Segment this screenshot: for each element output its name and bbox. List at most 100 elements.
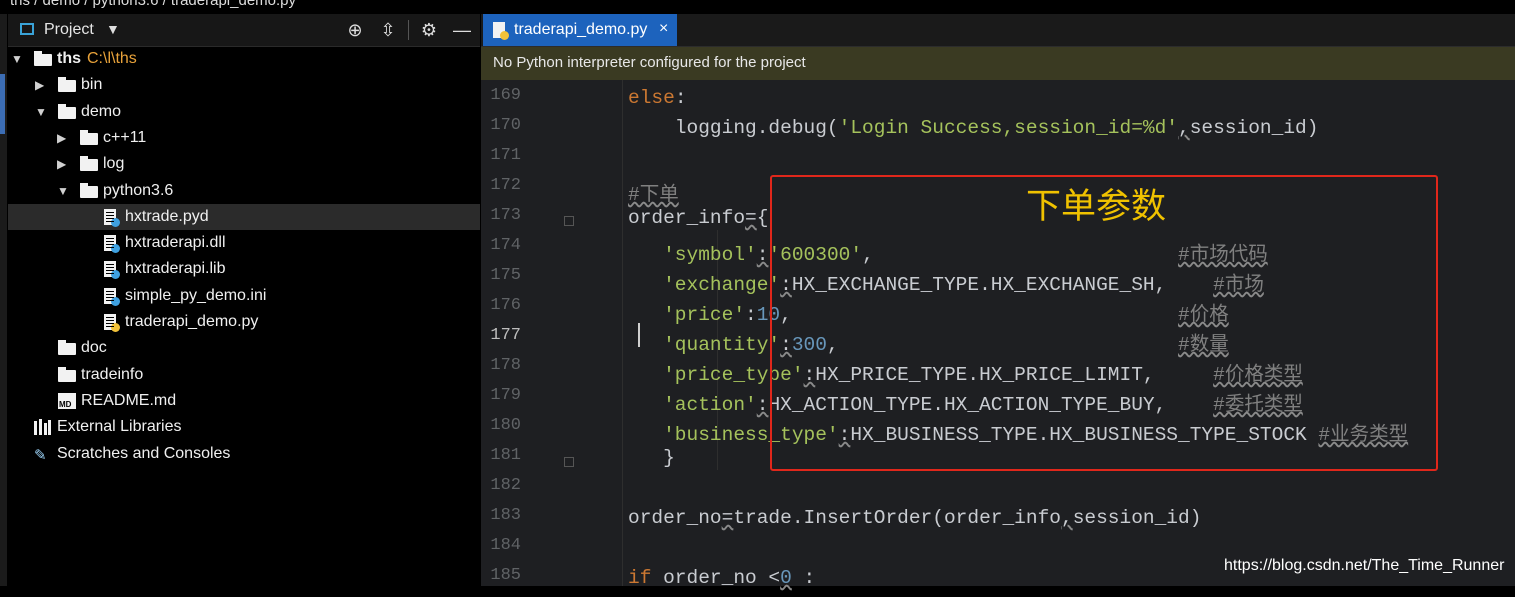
python-file-icon <box>493 22 509 40</box>
folder-icon <box>80 182 98 198</box>
breadcrumb[interactable]: ths / demo / python3.6 / traderapi_demo.… <box>10 0 296 9</box>
tree-item[interactable]: hxtraderapi.dll <box>8 230 480 256</box>
line-number: 171 <box>490 146 521 165</box>
tree-item[interactable]: ▼ demo <box>8 99 480 125</box>
folder-icon <box>58 366 76 382</box>
close-icon[interactable]: × <box>659 20 668 38</box>
tree-item-label: hxtraderapi.dll <box>125 234 226 252</box>
gear-icon[interactable]: ⚙ <box>417 18 441 42</box>
line-number: 173 <box>490 206 521 225</box>
text-cursor <box>638 323 640 347</box>
folder-icon <box>34 51 52 66</box>
tree-item[interactable]: ✎ Scratches and Consoles <box>8 441 480 467</box>
library-icon <box>34 419 52 436</box>
code-line-170: logging.debug('Login Success,session_id=… <box>628 117 1319 139</box>
tree-item-label: log <box>103 155 125 173</box>
code-line-185: if order_no <0 : <box>628 567 816 589</box>
breadcrumb-bar: ths / demo / python3.6 / traderapi_demo.… <box>0 0 1515 14</box>
tree-item[interactable]: doc <box>8 335 480 361</box>
line-number: 175 <box>490 266 521 285</box>
minimize-icon[interactable]: — <box>450 18 474 42</box>
folder-icon <box>80 156 98 172</box>
tree-item[interactable]: ▶ bin <box>8 72 480 98</box>
line-number: 177 <box>490 326 521 345</box>
project-panel-header: Project ▼ ⊕ ⇳ ⚙ — <box>8 14 480 47</box>
project-panel-title[interactable]: Project <box>44 21 94 39</box>
expanded-arrow-icon[interactable]: ▼ <box>11 51 23 66</box>
tab-traderapi-demo[interactable]: traderapi_demo.py × <box>483 14 677 46</box>
line-number-gutter[interactable]: 169 170 171 172 173 174 175 176 177 178 179 180 181 1… <box>481 80 574 586</box>
tree-item-label: Scratches and Consoles <box>57 444 231 462</box>
tree-item-label: hxtraderapi.lib <box>125 260 226 278</box>
tree-item-label: simple_py_demo.ini <box>125 286 267 304</box>
code-line-172: #下单 <box>628 184 679 206</box>
line-number: 181 <box>490 446 521 465</box>
line-number: 172 <box>490 176 521 195</box>
project-tool-button[interactable] <box>0 74 5 134</box>
tree-item[interactable]: simple_py_demo.ini <box>8 283 480 309</box>
tree-item[interactable]: hxtrade.pyd <box>8 203 480 230</box>
collapsed-arrow-icon[interactable]: ▶ <box>35 77 47 92</box>
file-icon <box>104 235 120 254</box>
tree-item[interactable]: ▼ ths C:\l\ths <box>8 46 480 72</box>
folder-icon <box>58 77 76 93</box>
tree-item[interactable]: External Libraries <box>8 414 480 440</box>
line-number: 174 <box>490 236 521 255</box>
tool-window-strip[interactable] <box>0 14 7 586</box>
code-line-169: else: <box>628 87 687 109</box>
tree-item-label: bin <box>81 76 103 94</box>
tree-item-label: doc <box>81 339 107 357</box>
line-number: 179 <box>490 386 521 405</box>
banner-text: No Python interpreter configured for the… <box>493 54 806 71</box>
tree-item-path: C:\l\ths <box>87 50 137 67</box>
code-line-173: order_info={ <box>628 207 769 229</box>
chevron-down-icon[interactable]: ▼ <box>106 21 120 37</box>
tree-item[interactable]: ▶ c++11 <box>8 125 480 151</box>
interpreter-warning-banner[interactable]: No Python interpreter configured for the… <box>481 47 1515 80</box>
markdown-file-icon: MD <box>58 392 76 409</box>
line-number: 182 <box>490 476 521 495</box>
folder-icon <box>58 340 76 356</box>
expanded-arrow-icon[interactable]: ▼ <box>57 183 69 198</box>
line-number: 185 <box>490 566 521 585</box>
tree-item-label: ths C:\l\ths <box>57 50 137 67</box>
line-number: 170 <box>490 116 521 135</box>
folder-icon <box>80 129 98 145</box>
tree-item-label: tradeinfo <box>81 365 144 383</box>
expanded-arrow-icon[interactable]: ▼ <box>35 104 47 119</box>
file-icon <box>104 261 120 280</box>
file-icon <box>104 287 120 306</box>
tree-item[interactable]: traderapi_demo.py <box>8 309 480 335</box>
collapse-all-icon[interactable]: ⇳ <box>376 18 400 42</box>
python-file-icon <box>104 314 120 332</box>
tree-item[interactable]: ▼ python3.6 <box>8 178 480 204</box>
tree-item-label: traderapi_demo.py <box>125 313 259 330</box>
tree-item-label: README.md <box>81 391 177 409</box>
divider <box>408 20 409 40</box>
tree-item[interactable]: tradeinfo <box>8 362 480 388</box>
code-line-181: } <box>628 447 675 469</box>
tree-item[interactable]: hxtraderapi.lib <box>8 256 480 282</box>
tree-item[interactable]: MD README.md <box>8 388 480 414</box>
scratch-icon: ✎ <box>34 446 47 464</box>
editor-tab-bar: traderapi_demo.py × <box>481 14 1515 47</box>
locate-target-icon[interactable]: ⊕ <box>343 18 367 42</box>
line-number: 178 <box>490 356 521 375</box>
folder-icon <box>58 103 76 119</box>
collapsed-arrow-icon[interactable]: ▶ <box>57 156 69 171</box>
tree-item-label: External Libraries <box>57 418 182 436</box>
project-window-icon <box>20 23 34 35</box>
line-number: 184 <box>490 536 521 555</box>
project-panel: Project ▼ ⊕ ⇳ ⚙ — ▼ ths C:\l\ths ▶ bin ▼ demo ▶… <box>8 14 480 586</box>
line-number: 183 <box>490 506 521 525</box>
tree-item-label: c++11 <box>103 128 147 146</box>
indent-guide <box>622 80 623 586</box>
annotation-title: 下单参数 <box>1026 187 1167 227</box>
watermark: https://blog.csdn.net/The_Time_Runner <box>1224 557 1505 574</box>
code-line-183: order_no=trade.InsertOrder(order_info,se… <box>628 507 1202 529</box>
line-number: 176 <box>490 296 521 315</box>
tree-item[interactable]: ▶ log <box>8 151 480 177</box>
tab-label: traderapi_demo.py <box>514 21 648 38</box>
collapsed-arrow-icon[interactable]: ▶ <box>57 130 69 145</box>
tree-item-label: demo <box>81 102 122 120</box>
